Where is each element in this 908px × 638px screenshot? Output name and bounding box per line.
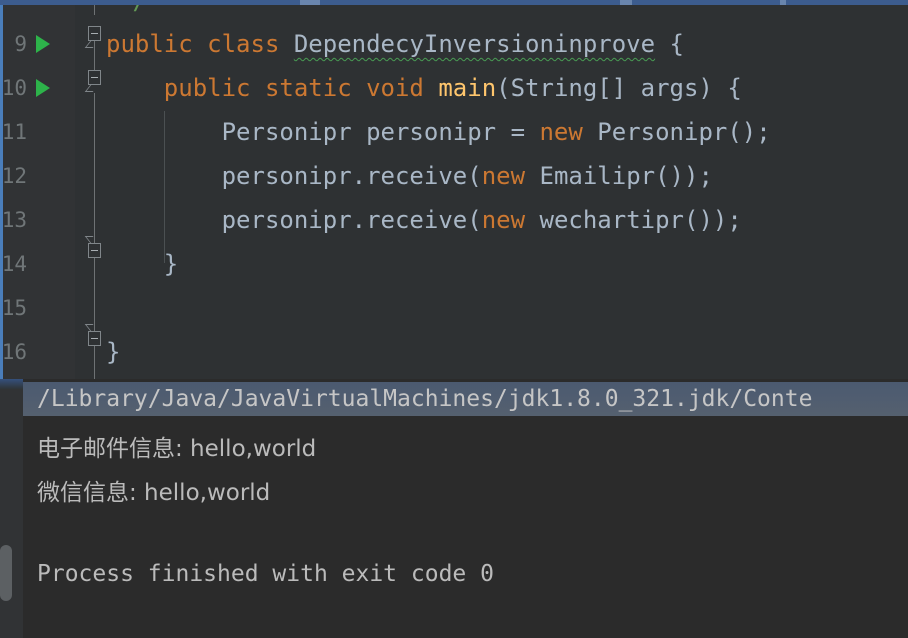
code-token-kw: new (539, 118, 583, 146)
code-line[interactable]: 15 (0, 286, 908, 330)
code-token-plain: { (655, 30, 684, 58)
code-token-plain: Personipr personipr = (106, 118, 540, 146)
run-console[interactable]: /Library/Java/JavaVirtualMachines/jdk1.8… (0, 379, 908, 638)
code-token-kw: new (481, 162, 526, 190)
code-token-plain: (String[] args) { (496, 74, 742, 102)
code-line-text: Personipr personipr = new Personipr(); (106, 110, 771, 154)
code-line[interactable]: 13 personipr.receive(new wechartipr()); (0, 198, 908, 242)
console-output-line: 电子邮件信息: hello,world (37, 436, 317, 462)
line-number: 14 (1, 252, 27, 276)
ide-window: */ 9public class DependecyInversioni (0, 0, 908, 638)
code-token-kw: public class (106, 30, 294, 58)
code-line-text: personipr.receive(new Emailipr()); (106, 154, 713, 198)
line-number: 16 (1, 340, 27, 364)
code-line-text: personipr.receive(new wechartipr()); (106, 198, 742, 242)
code-line[interactable]: 16} (0, 330, 908, 374)
console-output-line: 微信信息: hello,world (37, 480, 271, 506)
code-line[interactable]: 9 public class DependecyInversioninprove … (0, 22, 908, 66)
code-token-fn: main (438, 74, 497, 102)
console-scrollbar-thumb[interactable] (0, 545, 12, 601)
code-token-plain: } (106, 250, 179, 278)
run-gutter-icon[interactable] (36, 79, 50, 97)
console-command-line: /Library/Java/JavaVirtualMachines/jdk1.8… (23, 382, 908, 416)
line-number: 13 (1, 208, 27, 232)
code-line[interactable]: 12 personipr.receive(new Emailipr()); (0, 154, 908, 198)
console-gutter-accent (0, 379, 23, 389)
code-line-text: } (106, 330, 120, 374)
code-token-plain: personipr.receive( (106, 162, 482, 190)
code-token-plain: } (106, 338, 121, 366)
run-gutter-icon[interactable] (36, 35, 50, 53)
code-line[interactable]: 10 public static void main(String[] args… (0, 66, 908, 110)
code-line-text: public class DependecyInversioninprove { (106, 22, 684, 66)
line-number: 11 (1, 120, 27, 144)
console-exit-line: Process finished with exit code 0 (37, 561, 494, 587)
code-token-plain: Personipr(); (582, 118, 771, 146)
code-token-typo: DependecyInversioninprove (293, 30, 656, 58)
code-token-kw: public static void (106, 74, 439, 102)
code-editor[interactable]: */ 9public class DependecyInversioni (0, 5, 908, 379)
cut-off-comment: */ (118, 5, 147, 15)
line-number: 15 (1, 296, 27, 320)
code-line-text: } (106, 242, 178, 286)
line-number: 10 (1, 76, 27, 100)
fold-connector (94, 5, 95, 15)
console-output-area[interactable]: /Library/Java/JavaVirtualMachines/jdk1.8… (23, 379, 908, 638)
code-token-kw: new (481, 206, 526, 234)
code-token-plain: wechartipr()); (525, 206, 742, 234)
code-line[interactable]: 11 Personipr personipr = new Personipr()… (0, 110, 908, 154)
code-token-plain: personipr.receive( (106, 206, 482, 234)
code-line[interactable]: 14 } (0, 242, 908, 286)
line-number: 12 (1, 164, 27, 188)
code-line-text: public static void main(String[] args) { (106, 66, 742, 110)
code-token-plain: Emailipr()); (525, 162, 713, 190)
line-number: 9 (14, 32, 27, 56)
